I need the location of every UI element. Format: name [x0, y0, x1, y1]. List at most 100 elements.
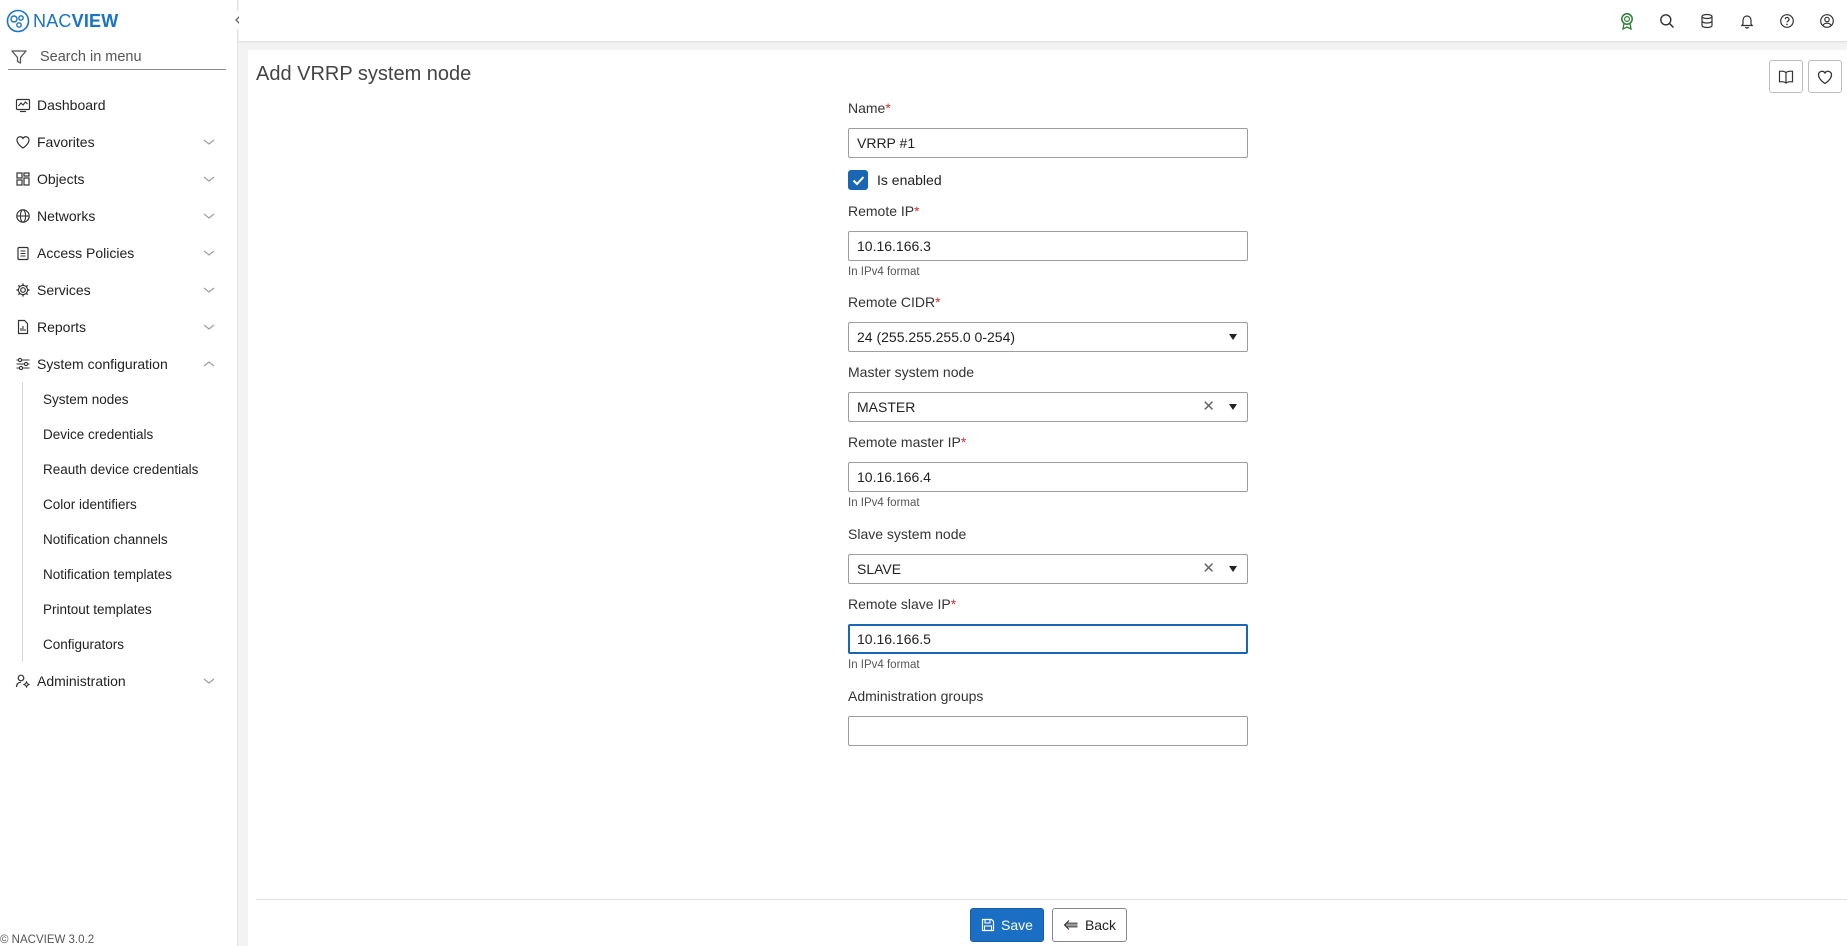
system-configuration-submenu: System nodes Device credentials Reauth d… — [22, 382, 238, 662]
required-mark: * — [960, 434, 967, 450]
sidebar-subitem-system-nodes[interactable]: System nodes — [23, 382, 238, 417]
add-to-favorites-button[interactable] — [1808, 60, 1842, 93]
dropdown-arrow-icon — [1229, 334, 1237, 340]
sidebar-item-reports[interactable]: Reports — [0, 308, 238, 345]
sidebar-subitem-reauth-device-credentials[interactable]: Reauth device credentials — [23, 452, 238, 487]
sidebar-item-favorites[interactable]: Favorites — [0, 123, 238, 160]
remote-slave-ip-field[interactable]: 10.16.166.5 — [848, 624, 1248, 654]
notifications-button[interactable] — [1727, 0, 1767, 42]
required-mark: * — [885, 100, 891, 116]
objects-icon — [15, 171, 31, 187]
name-label-text: Name — [848, 100, 886, 116]
chevron-down-icon — [203, 213, 215, 219]
required-mark: * — [935, 294, 941, 310]
sidebar-subitem-configurators[interactable]: Configurators — [23, 627, 238, 662]
license-badge-icon — [1621, 13, 1633, 30]
topbar-actions — [1607, 0, 1847, 42]
sidebar-item-label: Dashboard — [37, 96, 106, 113]
remote-cidr-select[interactable]: 24 (255.255.255.0 0-254) — [848, 322, 1248, 352]
administration-groups-field[interactable] — [848, 716, 1248, 746]
clear-icon[interactable]: ✕ — [1202, 561, 1215, 577]
sidebar-item-label: Networks — [37, 207, 96, 224]
documentation-button[interactable] — [1769, 60, 1803, 93]
chevron-down-icon — [203, 176, 215, 182]
sidebar-subitem-printout-templates[interactable]: Printout templates — [23, 592, 238, 627]
global-search-button[interactable] — [1647, 0, 1687, 42]
master-node-select[interactable]: MASTER ✕ — [848, 392, 1248, 422]
sidebar-subitem-notification-templates[interactable]: Notification templates — [23, 557, 238, 592]
menu-search[interactable]: Search in menu — [8, 44, 226, 70]
nacview-logo-icon — [6, 9, 30, 33]
chevron-down-icon — [203, 678, 215, 684]
chevron-up-icon — [203, 361, 215, 367]
save-label: Save — [1001, 917, 1033, 933]
remote-master-ip-field[interactable]: 10.16.166.4 — [848, 462, 1248, 492]
database-icon — [1701, 13, 1713, 29]
app-logo[interactable]: NACVIEW — [6, 8, 118, 34]
remote-slave-ip-label: Remote slave IP* — [848, 596, 956, 612]
sidebar-item-administration[interactable]: Administration — [0, 662, 238, 699]
save-button[interactable]: Save — [970, 908, 1044, 942]
back-label: Back — [1084, 917, 1117, 933]
help-button[interactable] — [1767, 0, 1807, 42]
logo-suffix: VIEW — [71, 10, 119, 31]
search-icon — [1660, 14, 1675, 29]
sidebar-menu: Dashboard Favorites Objects Networks Acc… — [0, 86, 238, 699]
user-account-button[interactable] — [1807, 0, 1847, 42]
sidebar-item-label: System configuration — [37, 355, 168, 372]
sidebar-subitem-device-credentials[interactable]: Device credentials — [23, 417, 238, 452]
sidebar-item-label: Access Policies — [37, 244, 135, 261]
sidebar-subitem-color-identifiers[interactable]: Color identifiers — [23, 487, 238, 522]
name-field[interactable]: VRRP #1 — [848, 128, 1248, 158]
clear-icon[interactable]: ✕ — [1202, 399, 1215, 415]
sidebar-item-system-configuration[interactable]: System configuration — [0, 345, 238, 382]
remote-ip-field[interactable]: 10.16.166.3 — [848, 231, 1248, 261]
dropdown-arrow-icon — [1229, 404, 1237, 410]
globe-icon — [15, 208, 31, 224]
chevron-down-icon — [203, 139, 215, 145]
footer-divider — [256, 899, 1847, 900]
master-node-label: Master system node — [848, 364, 975, 380]
sidebar-item-label: Administration — [37, 672, 126, 689]
name-label: Name* — [848, 100, 891, 116]
back-button[interactable]: Back — [1052, 908, 1127, 942]
remote-cidr-label-text: Remote CIDR — [848, 294, 936, 310]
sidebar-item-access-policies[interactable]: Access Policies — [0, 234, 238, 271]
checkmark-icon — [852, 175, 864, 185]
remote-cidr-value: 24 (255.255.255.0 0-254) — [857, 329, 1016, 345]
remote-ip-label-text: Remote IP — [848, 203, 915, 219]
database-button[interactable] — [1687, 0, 1727, 42]
remote-slave-ip-hint: In IPv4 format — [848, 659, 920, 671]
version-footer: © NACVIEW 3.0.2 — [0, 934, 95, 946]
topbar — [239, 0, 1847, 42]
sidebar-subitem-notification-channels[interactable]: Notification channels — [23, 522, 238, 557]
sidebar-item-objects[interactable]: Objects — [0, 160, 238, 197]
remote-master-ip-label-text: Remote master IP — [848, 434, 961, 450]
heart-icon — [15, 134, 31, 150]
filter-icon — [11, 49, 27, 64]
sidebar-item-label: Objects — [37, 170, 85, 187]
sidebar-item-networks[interactable]: Networks — [0, 197, 238, 234]
menu-search-placeholder: Search in menu — [40, 48, 142, 65]
report-icon — [15, 319, 31, 335]
remote-master-ip-label: Remote master IP* — [848, 434, 966, 450]
dropdown-arrow-icon — [1229, 566, 1237, 572]
remote-ip-hint: In IPv4 format — [848, 266, 920, 278]
slave-node-select[interactable]: SLAVE ✕ — [848, 554, 1248, 584]
is-enabled-checkbox[interactable] — [848, 170, 868, 190]
sidebar-item-label: Favorites — [37, 133, 95, 150]
bell-icon — [1740, 15, 1754, 29]
save-icon — [981, 918, 995, 932]
required-mark: * — [950, 596, 957, 612]
sidebar-item-dashboard[interactable]: Dashboard — [0, 86, 238, 123]
logo-prefix: NAC — [33, 10, 72, 31]
chevron-down-icon — [203, 324, 215, 330]
remote-slave-ip-label-text: Remote slave IP — [848, 596, 951, 612]
sidebar-item-label: Reports — [37, 318, 87, 335]
license-badge-button[interactable] — [1607, 0, 1647, 42]
help-icon — [1780, 14, 1794, 28]
user-icon — [1820, 14, 1834, 28]
administration-groups-label: Administration groups — [848, 688, 984, 704]
sidebar-item-services[interactable]: Services — [0, 271, 238, 308]
sliders-icon — [15, 356, 31, 372]
